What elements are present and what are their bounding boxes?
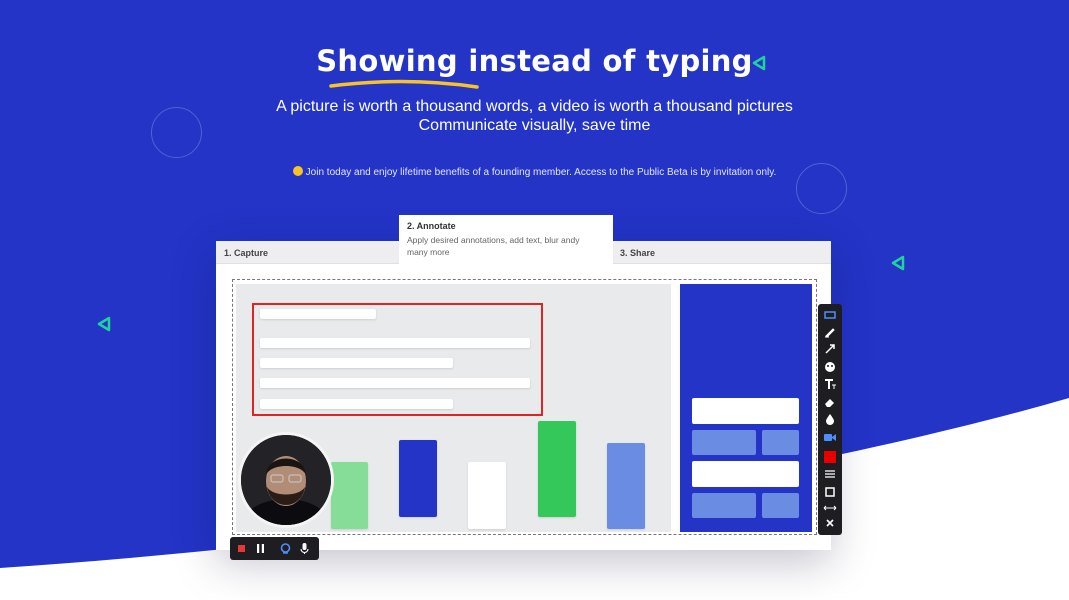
title-underline bbox=[329, 79, 479, 89]
tab-share[interactable]: 3. Share bbox=[620, 248, 655, 258]
hero-subtitle-secondary: Communicate visually, save time bbox=[418, 117, 651, 134]
mock-card bbox=[692, 461, 799, 487]
mock-bar bbox=[538, 421, 576, 517]
text-icon[interactable] bbox=[822, 376, 838, 392]
tab-annotate-description: Apply desired annotations, add text, blu… bbox=[407, 235, 580, 257]
mock-card bbox=[692, 398, 799, 424]
resize-icon[interactable] bbox=[822, 500, 838, 516]
blur-drop-icon[interactable] bbox=[822, 411, 838, 427]
line-weight-icon[interactable] bbox=[822, 466, 838, 482]
hero-subtitle: A picture is worth a thousand words, a v… bbox=[276, 98, 793, 115]
stop-icon[interactable] bbox=[234, 541, 249, 556]
arrow-icon[interactable] bbox=[822, 341, 838, 357]
mock-bar bbox=[331, 462, 368, 529]
square-icon[interactable] bbox=[822, 484, 838, 500]
annotation-rectangle[interactable] bbox=[252, 303, 543, 416]
page-title: Showing instead of typing bbox=[316, 44, 753, 78]
pause-icon[interactable] bbox=[253, 541, 268, 556]
tab-capture[interactable]: 1. Capture bbox=[224, 248, 268, 258]
mock-bar bbox=[468, 462, 506, 529]
pen-icon[interactable] bbox=[822, 324, 838, 340]
invite-note: Join today and enjoy lifetime benefits o… bbox=[0, 166, 1069, 178]
mock-card bbox=[692, 430, 756, 455]
triangle-icon bbox=[97, 316, 111, 332]
microphone-icon[interactable] bbox=[297, 541, 312, 556]
webcam-icon[interactable] bbox=[278, 541, 293, 556]
close-icon[interactable] bbox=[822, 515, 838, 531]
mock-card bbox=[762, 430, 799, 455]
mock-card bbox=[692, 493, 756, 518]
mock-bar bbox=[607, 443, 645, 529]
tab-annotate[interactable]: 2. Annotate Apply desired annotations, a… bbox=[399, 215, 613, 265]
invite-text: Join today and enjoy lifetime benefits o… bbox=[305, 167, 777, 178]
recording-controls bbox=[230, 537, 319, 560]
emoji-icon[interactable] bbox=[822, 359, 838, 375]
rectangle-icon[interactable] bbox=[822, 307, 838, 323]
video-icon[interactable] bbox=[822, 429, 838, 445]
eraser-icon[interactable] bbox=[822, 394, 838, 410]
person-icon bbox=[241, 435, 331, 525]
smile-emoji-icon bbox=[292, 166, 303, 176]
webcam-avatar[interactable] bbox=[238, 432, 334, 528]
triangle-icon bbox=[891, 255, 905, 271]
annotation-toolbar bbox=[818, 304, 842, 535]
mock-card bbox=[762, 493, 799, 518]
tab-annotate-title: 2. Annotate bbox=[407, 221, 456, 231]
color-swatch-red[interactable] bbox=[822, 449, 838, 465]
mock-bar bbox=[399, 440, 437, 517]
